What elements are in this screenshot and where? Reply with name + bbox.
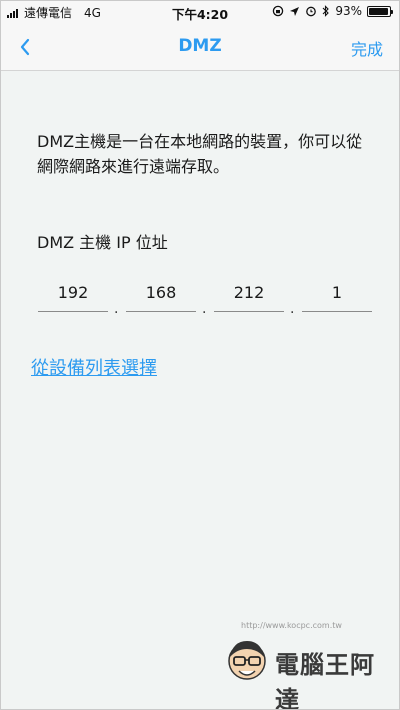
nav-bar: DMZ 完成 xyxy=(1,23,399,71)
location-arrow-icon xyxy=(290,6,300,16)
rotation-lock-icon xyxy=(273,5,284,17)
alarm-icon xyxy=(306,6,317,17)
battery-fill xyxy=(369,7,388,15)
ip-address-label: DMZ 主機 IP 位址 xyxy=(37,233,168,252)
watermark-url: http://www.kocpc.com.tw xyxy=(241,621,342,630)
bluetooth-icon xyxy=(322,5,330,17)
dmz-description: DMZ主機是一台在本地網路的裝置，你可以從網際網路來進行遠端存取。 xyxy=(37,132,363,176)
ip-octet-3-input[interactable]: 212 xyxy=(214,281,284,312)
watermark-mascot-logo xyxy=(223,635,271,695)
ip-octet-4-input[interactable]: 1 xyxy=(302,281,372,312)
app-frame: 遠傳電信 4G 下午4:20 93% DMZ 完成 DMZ主機是一台在本地網路的… xyxy=(0,0,400,710)
ip-separator: . xyxy=(290,301,295,317)
page-title: DMZ xyxy=(178,36,222,56)
ip-octet-2-input[interactable]: 168 xyxy=(126,281,196,312)
ip-address-inputs: 192 . 168 . 212 . 1 xyxy=(38,281,372,317)
status-right: 93% xyxy=(272,4,393,18)
done-button[interactable]: 完成 xyxy=(351,36,383,60)
ip-octet-1-input[interactable]: 192 xyxy=(38,281,108,312)
battery-icon xyxy=(367,5,393,17)
ip-separator: . xyxy=(202,301,207,317)
ip-separator: . xyxy=(114,301,119,317)
select-from-device-list-link[interactable]: 從設備列表選擇 xyxy=(31,354,157,380)
watermark-brand: 電腦王阿達 xyxy=(275,651,375,710)
status-bar: 遠傳電信 4G 下午4:20 93% xyxy=(1,1,399,23)
battery-percent: 93% xyxy=(335,4,362,18)
